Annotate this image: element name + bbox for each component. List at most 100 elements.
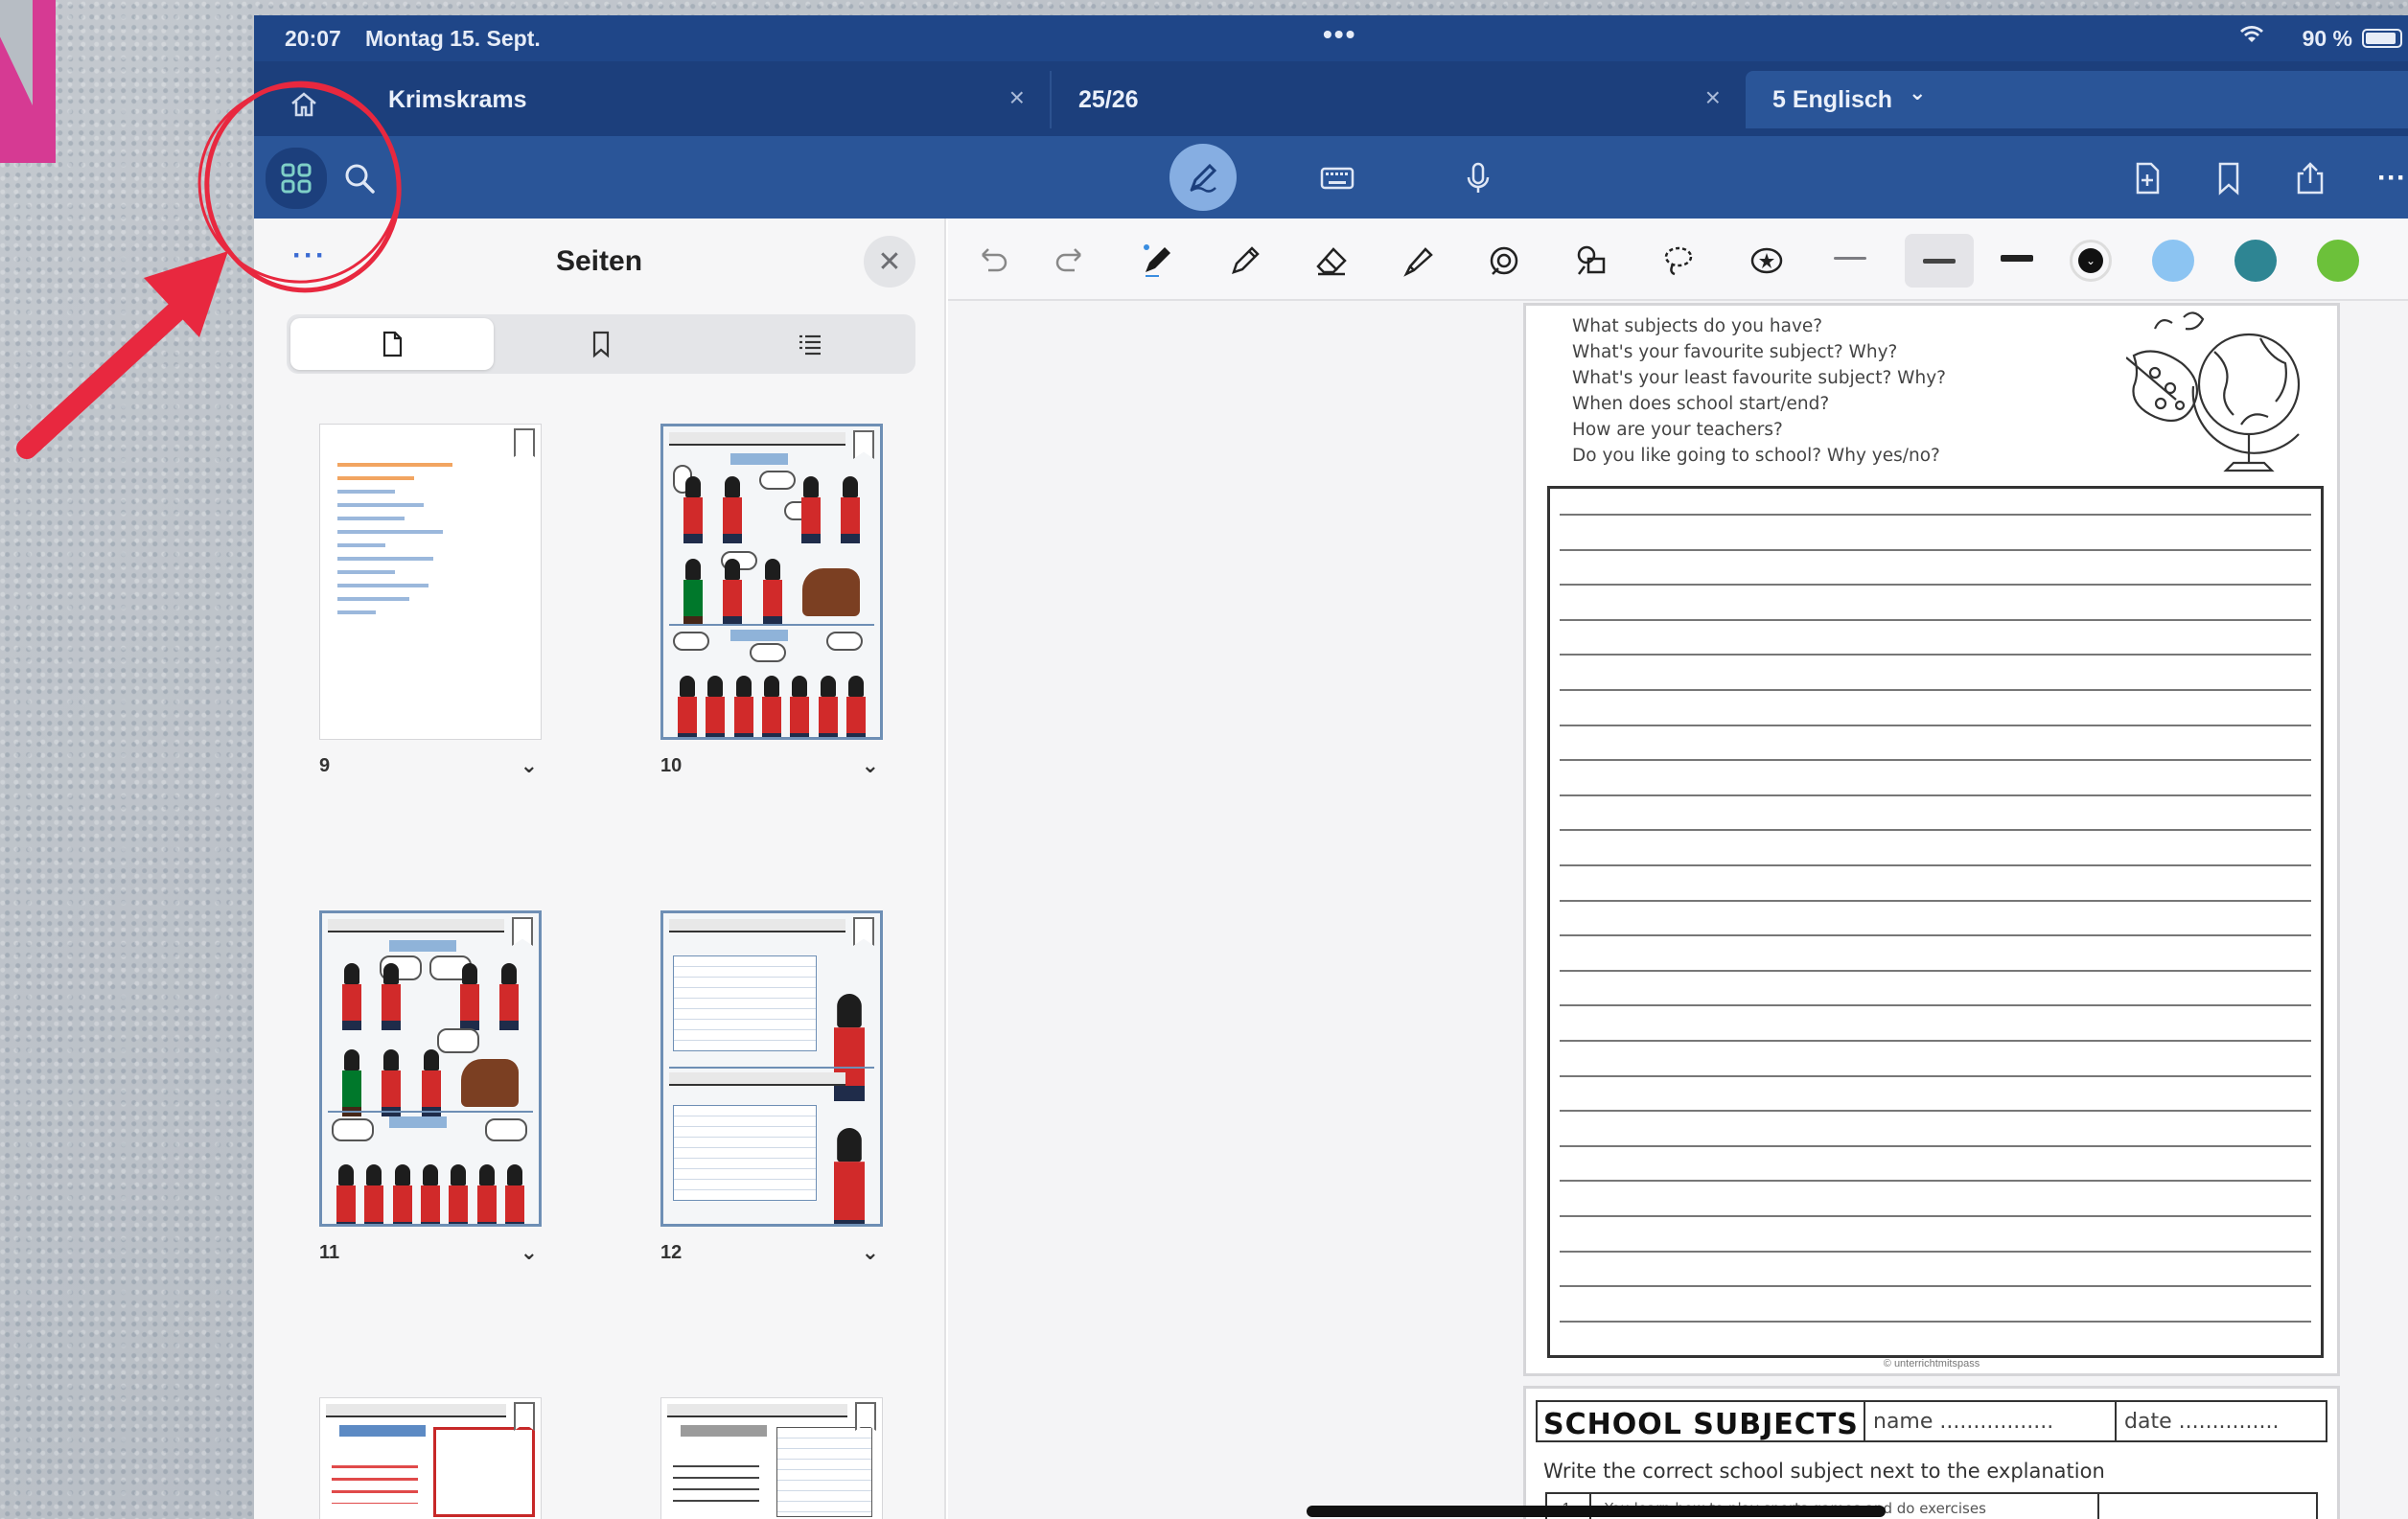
chevron-down-icon[interactable]: ⌄ (521, 753, 538, 778)
ruled-line (1560, 654, 2311, 656)
pencil-tool[interactable] (1218, 234, 1272, 288)
shape-tool[interactable] (1477, 234, 1531, 288)
stroke-thick-option[interactable] (2001, 255, 2033, 262)
thumbnail-page-10[interactable]: 10 ⌄ (660, 424, 883, 794)
sidebar-segmented-control (287, 314, 915, 374)
answer-cell[interactable] (2097, 1494, 2316, 1519)
add-page-button[interactable] (2119, 150, 2176, 207)
ruled-line (1560, 584, 2311, 587)
question-line: What's your least favourite subject? Why… (1572, 368, 1946, 388)
color-swatch-teal[interactable] (2234, 240, 2277, 282)
ruled-line (1560, 1285, 2311, 1288)
multitask-dots-icon[interactable]: ••• (1323, 19, 1356, 50)
pencil-icon (1232, 246, 1260, 274)
page-number: 10 (660, 755, 683, 776)
decorative-letter (0, 0, 56, 163)
eraser-tool[interactable] (1305, 234, 1358, 288)
redo-icon (1055, 248, 1081, 272)
chevron-down-icon[interactable]: ⌄ (521, 1240, 538, 1265)
worksheet-page-school-subjects[interactable]: SCHOOL SUBJECTS name ................. d… (1523, 1386, 2340, 1519)
sidebar-header: ··· Seiten ✕ (254, 219, 944, 305)
sidebar-close-button[interactable]: ✕ (864, 236, 915, 288)
pages-sidebar: ··· Seiten ✕ 9 ⌄ 10 ⌄ 11 ⌄ 12 ⌄ (254, 219, 946, 1519)
keyboard-mode-button[interactable] (1308, 150, 1366, 207)
question-list: What subjects do you have? What's your f… (1572, 313, 1946, 469)
fountain-pen-tool[interactable] (1130, 234, 1184, 288)
page-thumbnails: 9 ⌄ 10 ⌄ 11 ⌄ 12 ⌄ (254, 410, 944, 1519)
lasso-tool[interactable] (1652, 234, 1705, 288)
share-icon (2297, 162, 2324, 195)
search-icon (345, 164, 375, 194)
chevron-down-icon[interactable]: ⌄ (862, 1240, 879, 1265)
thumbnail-page-14[interactable] (660, 1397, 883, 1519)
question-line: What subjects do you have? (1572, 316, 1823, 336)
question-line: When does school start/end? (1572, 394, 1830, 414)
thumbnail-page-11[interactable]: 11 ⌄ (319, 910, 542, 1280)
bookmark-icon[interactable] (853, 430, 874, 459)
element-tool[interactable] (1565, 234, 1619, 288)
chevron-down-icon[interactable]: ⌄ (862, 753, 879, 778)
stroke-thin-option[interactable] (1834, 257, 1866, 260)
page-icon (382, 331, 403, 357)
ruled-line (1560, 934, 2311, 937)
tab-label: Krimskrams (388, 86, 527, 113)
bookmark-icon[interactable] (512, 917, 533, 946)
thumbnail-page-9[interactable]: 9 ⌄ (319, 424, 542, 794)
search-button[interactable] (331, 150, 388, 207)
name-field[interactable]: name ................. (1864, 1402, 2115, 1440)
redo-button[interactable] (1044, 234, 1098, 288)
color-swatch-light-blue[interactable] (2152, 240, 2194, 282)
sticker-tool[interactable] (1740, 234, 1794, 288)
page-preview (660, 424, 883, 740)
highlighter-tool[interactable] (1391, 234, 1445, 288)
ruled-line (1560, 1215, 2311, 1217)
stroke-medium-option[interactable] (1905, 234, 1974, 288)
ruled-line (1560, 1144, 2311, 1147)
ruled-line (1560, 548, 2311, 551)
more-icon[interactable]: ··· (2363, 150, 2408, 207)
page-number: 11 (319, 1242, 340, 1263)
ruled-line (1560, 689, 2311, 691)
ruled-line (1560, 1004, 2311, 1007)
page-number: 12 (660, 1242, 683, 1263)
ruled-line (1560, 1250, 2311, 1253)
bookmark-icon[interactable] (853, 917, 874, 946)
microphone-icon (1467, 162, 1490, 193)
status-bar: 20:07 Montag 15. Sept. ••• 90 % (254, 15, 2408, 61)
undo-button[interactable] (965, 234, 1019, 288)
document-area: ⌄ What subjects do you have? What's your… (948, 219, 2408, 1519)
home-icon[interactable] (289, 90, 319, 117)
tab-krimskrams[interactable]: Krimskrams × (254, 71, 1042, 128)
tab-label: 5 Englisch (1772, 86, 1893, 113)
microphone-button[interactable] (1449, 150, 1507, 207)
segment-outline[interactable] (708, 318, 912, 370)
main-toolbar: ··· (254, 136, 2408, 219)
tab-5-englisch[interactable]: 5 Englisch ⌄ × (1746, 71, 2408, 128)
wifi-icon (2239, 25, 2264, 50)
thumbnail-page-13[interactable] (319, 1397, 542, 1519)
tab-close-icon[interactable]: × (1705, 82, 1721, 113)
fountain-pen-icon (1144, 244, 1170, 277)
ruled-line (1560, 969, 2311, 972)
page-preview (319, 910, 542, 1227)
pen-mode-button[interactable] (1169, 144, 1237, 211)
worksheet-title: SCHOOL SUBJECTS (1543, 1408, 1859, 1441)
date-field[interactable]: date ............... (2115, 1402, 2326, 1440)
tab-25-26[interactable]: 25/26 × (1050, 71, 1738, 128)
segment-bookmarks[interactable] (499, 318, 703, 370)
tab-close-icon[interactable]: × (1009, 82, 1025, 113)
home-indicator[interactable] (1307, 1506, 1886, 1517)
bookmark-button[interactable] (2200, 150, 2258, 207)
color-swatch-green[interactable] (2317, 240, 2359, 282)
chevron-down-icon[interactable]: ⌄ (1909, 81, 1926, 105)
grid-view-button[interactable] (266, 148, 327, 209)
sticker-icon (1750, 247, 1783, 274)
worksheet-page[interactable]: What subjects do you have? What's your f… (1523, 303, 2340, 1376)
lasso-icon (1664, 246, 1693, 276)
bookmark-icon[interactable] (514, 428, 535, 457)
writing-box[interactable] (1547, 486, 2324, 1358)
segment-pages[interactable] (290, 318, 494, 370)
thumbnail-page-12[interactable]: 12 ⌄ (660, 910, 883, 1280)
color-swatch-black[interactable]: ⌄ (2070, 240, 2112, 282)
share-button[interactable] (2281, 150, 2339, 207)
